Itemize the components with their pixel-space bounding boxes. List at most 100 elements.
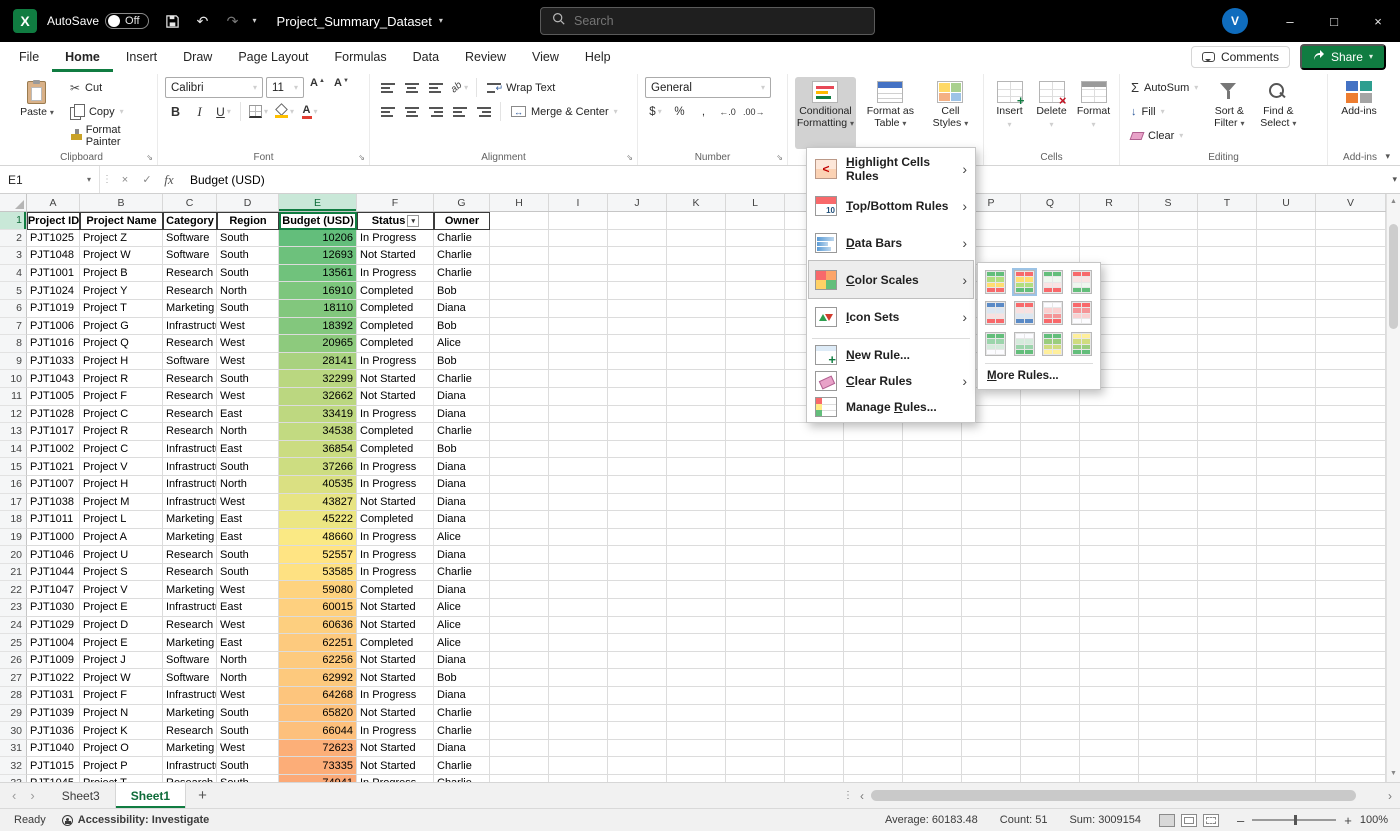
cell-R2[interactable]: [1080, 230, 1139, 248]
cf-menu-item-clear-rules[interactable]: Clear Rules›: [809, 368, 973, 394]
row-header-8[interactable]: 8: [0, 335, 27, 353]
cell-L10[interactable]: [726, 370, 785, 388]
number-dialog-launcher[interactable]: ⇘: [776, 153, 783, 162]
cell-B13[interactable]: Project R: [80, 423, 163, 441]
cell-F11[interactable]: Not Started: [357, 388, 434, 406]
cell-J11[interactable]: [608, 388, 667, 406]
cell-Q26[interactable]: [1021, 652, 1080, 670]
cell-G15[interactable]: Diana: [434, 458, 490, 476]
cell-F13[interactable]: Completed: [357, 423, 434, 441]
cell-J20[interactable]: [608, 546, 667, 564]
horizontal-scrollbar-thumb[interactable]: [871, 790, 1356, 801]
cell-A28[interactable]: PJT1031: [27, 687, 80, 705]
cell-J33[interactable]: [608, 775, 667, 782]
cell-M33[interactable]: [785, 775, 844, 782]
sort-filter-button[interactable]: Sort & Filter ▾: [1207, 77, 1251, 149]
cell-V3[interactable]: [1316, 247, 1386, 265]
cell-V1[interactable]: [1316, 212, 1386, 230]
cell-T16[interactable]: [1198, 476, 1257, 494]
cell-T3[interactable]: [1198, 247, 1257, 265]
cell-P14[interactable]: [962, 441, 1021, 459]
cell-I28[interactable]: [549, 687, 608, 705]
row-header-24[interactable]: 24: [0, 617, 27, 635]
addins-button[interactable]: Add-ins: [1335, 77, 1383, 149]
cell-V10[interactable]: [1316, 370, 1386, 388]
cell-K20[interactable]: [667, 546, 726, 564]
cell-M26[interactable]: [785, 652, 844, 670]
cell-V13[interactable]: [1316, 423, 1386, 441]
cf-menu-item-manage-rules[interactable]: Manage Rules...: [809, 394, 973, 420]
middle-align-button[interactable]: [401, 77, 422, 98]
cell-J27[interactable]: [608, 669, 667, 687]
cell-U7[interactable]: [1257, 318, 1316, 336]
cell-I30[interactable]: [549, 722, 608, 740]
color-scale-option-red-white-green[interactable]: [1071, 270, 1092, 294]
cell-B17[interactable]: Project M: [80, 494, 163, 512]
cell-A31[interactable]: PJT1040: [27, 740, 80, 758]
cell-N29[interactable]: [844, 705, 903, 723]
cell-V6[interactable]: [1316, 300, 1386, 318]
cell-V21[interactable]: [1316, 564, 1386, 582]
cell-styles-button[interactable]: Cell Styles ▾: [925, 77, 976, 149]
cell-C27[interactable]: Software: [163, 669, 217, 687]
more-rules-item[interactable]: More Rules...: [985, 363, 1093, 385]
cell-S22[interactable]: [1139, 581, 1198, 599]
cell-G29[interactable]: Charlie: [434, 705, 490, 723]
column-header-C[interactable]: C: [163, 194, 217, 211]
cell-A19[interactable]: PJT1000: [27, 529, 80, 547]
cell-J9[interactable]: [608, 353, 667, 371]
cell-J2[interactable]: [608, 230, 667, 248]
cell-I20[interactable]: [549, 546, 608, 564]
name-box[interactable]: E1 ▾: [0, 166, 100, 193]
cell-F30[interactable]: In Progress: [357, 722, 434, 740]
cell-K33[interactable]: [667, 775, 726, 782]
cell-P33[interactable]: [962, 775, 1021, 782]
row-header-11[interactable]: 11: [0, 388, 27, 406]
cell-T29[interactable]: [1198, 705, 1257, 723]
cell-H29[interactable]: [490, 705, 549, 723]
cell-T32[interactable]: [1198, 757, 1257, 775]
cell-I29[interactable]: [549, 705, 608, 723]
cell-J1[interactable]: [608, 212, 667, 230]
cell-G24[interactable]: Alice: [434, 617, 490, 635]
cell-Q22[interactable]: [1021, 581, 1080, 599]
cell-L4[interactable]: [726, 265, 785, 283]
column-header-A[interactable]: A: [27, 194, 80, 211]
cell-N24[interactable]: [844, 617, 903, 635]
cell-G31[interactable]: Diana: [434, 740, 490, 758]
cell-A4[interactable]: PJT1001: [27, 265, 80, 283]
cell-I4[interactable]: [549, 265, 608, 283]
cell-A5[interactable]: PJT1024: [27, 282, 80, 300]
select-all-corner[interactable]: [0, 194, 27, 211]
cell-R26[interactable]: [1080, 652, 1139, 670]
cell-C7[interactable]: Infrastructure: [163, 318, 217, 336]
row-header-18[interactable]: 18: [0, 511, 27, 529]
cell-B11[interactable]: Project F: [80, 388, 163, 406]
cell-V32[interactable]: [1316, 757, 1386, 775]
cell-V33[interactable]: [1316, 775, 1386, 782]
cf-menu-item-highlight-cells-rules[interactable]: Highlight Cells Rules›: [809, 150, 973, 187]
cell-E19[interactable]: 48660: [279, 529, 357, 547]
cell-Q1[interactable]: [1021, 212, 1080, 230]
cell-N19[interactable]: [844, 529, 903, 547]
cell-C24[interactable]: Research: [163, 617, 217, 635]
cell-A17[interactable]: PJT1038: [27, 494, 80, 512]
column-header-I[interactable]: I: [549, 194, 608, 211]
cell-C29[interactable]: Marketing: [163, 705, 217, 723]
cell-G33[interactable]: Charlie: [434, 775, 490, 782]
row-header-12[interactable]: 12: [0, 406, 27, 424]
cell-A9[interactable]: PJT1033: [27, 353, 80, 371]
cell-L18[interactable]: [726, 511, 785, 529]
cell-A2[interactable]: PJT1025: [27, 230, 80, 248]
cell-U8[interactable]: [1257, 335, 1316, 353]
scroll-down-icon[interactable]: ▼: [1390, 766, 1397, 780]
cell-U22[interactable]: [1257, 581, 1316, 599]
format-painter-button[interactable]: Format Painter: [66, 125, 150, 146]
color-scale-option-white-green[interactable]: [1014, 332, 1035, 356]
cell-M21[interactable]: [785, 564, 844, 582]
cell-R27[interactable]: [1080, 669, 1139, 687]
row-header-1[interactable]: 1: [0, 212, 27, 230]
format-cells-button[interactable]: Format ▾: [1075, 77, 1112, 149]
cell-P29[interactable]: [962, 705, 1021, 723]
cell-N32[interactable]: [844, 757, 903, 775]
